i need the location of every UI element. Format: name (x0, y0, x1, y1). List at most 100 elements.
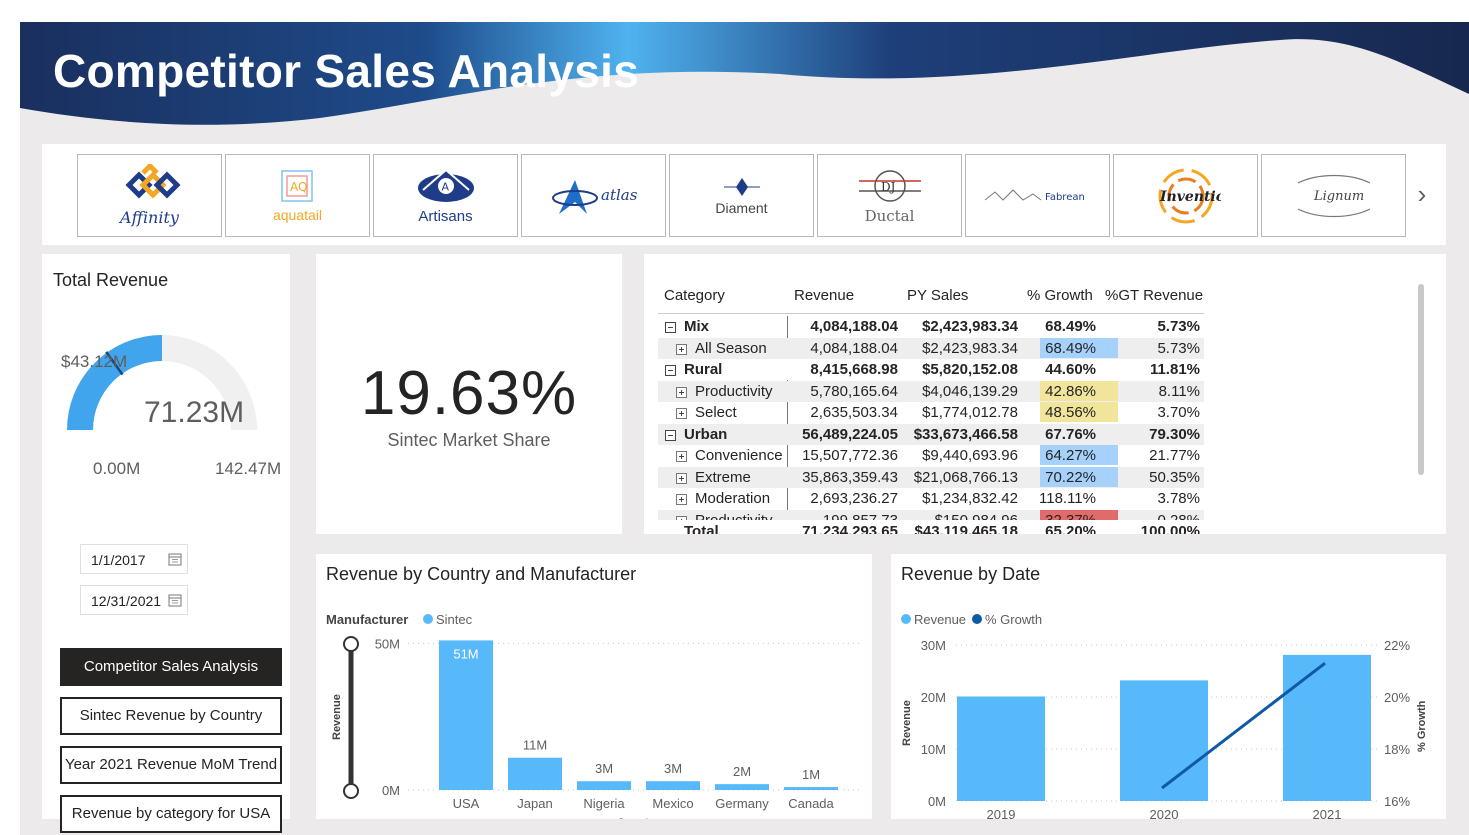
logo-ductal[interactable]: DJ Ductal (817, 154, 962, 237)
matrix-gt-revenue: 5.73% (1157, 339, 1200, 357)
start-date-input[interactable]: 1/1/2017 (80, 544, 188, 574)
legend-title: Manufacturer (326, 612, 408, 627)
y-tick-label: 0M (928, 794, 946, 809)
country-chart-title: Revenue by Country and Manufacturer (326, 564, 637, 584)
logo-affinity[interactable]: Affinity (77, 154, 222, 237)
x-tick-label: 2019 (987, 807, 1016, 819)
logo-inventio[interactable]: InventioInventio (1113, 154, 1258, 237)
fabrean-logo-icon: Fabrean (983, 184, 1093, 208)
matrix-gt-revenue: 21.77% (1149, 447, 1200, 464)
gauge-value: 71.23M (144, 396, 245, 429)
market-share-label: Sintec Market Share (387, 430, 551, 450)
bar-data-label: 1M (802, 767, 820, 782)
matrix-gt-revenue: 8.11% (1158, 382, 1200, 400)
end-date-input[interactable]: 12/31/2021 (80, 585, 188, 615)
matrix-header-divider (658, 313, 1204, 314)
x-tick-label: USA (453, 796, 480, 811)
matrix-header: Revenue (794, 287, 855, 304)
matrix-total-gt-revenue: 100.00% (1140, 523, 1200, 534)
y-axis-title: Revenue (331, 694, 343, 740)
gauge-target-label: $43.12M (61, 352, 128, 371)
y-tick-label: 0M (382, 783, 400, 798)
gauge-min-label: 0.00M (93, 459, 141, 478)
end-date-value: 12/31/2021 (91, 593, 162, 609)
logo-label: Diament (715, 199, 768, 216)
nav-revenue-by-category-usa-button[interactable]: Revenue by category for USA (60, 795, 282, 833)
nav-sintec-revenue-by-country-button[interactable]: Sintec Revenue by Country (60, 697, 282, 735)
revenue-gauge (67, 335, 257, 431)
legend-label-sintec: Sintec (436, 612, 473, 627)
bar-canada[interactable] (784, 787, 838, 790)
collapse-icon[interactable] (665, 322, 676, 333)
collapse-icon[interactable] (665, 365, 676, 376)
bar-japan[interactable] (508, 757, 562, 790)
expand-icon[interactable] (676, 494, 687, 505)
y2-tick-label: 18% (1384, 742, 1410, 757)
date-chart-title: Revenue by Date (901, 564, 1041, 584)
start-date-value: 1/1/2017 (91, 552, 146, 568)
expand-icon[interactable] (676, 472, 687, 484)
matrix-gt-revenue: 3.70% (1157, 404, 1200, 421)
next-arrow-icon[interactable]: › (1410, 179, 1434, 209)
expand-icon[interactable] (676, 386, 687, 398)
bar-data-label: 3M (595, 761, 613, 776)
x-tick-label: Mexico (652, 796, 693, 811)
bar-2020[interactable] (1120, 680, 1208, 801)
expand-icon[interactable] (676, 451, 687, 462)
zoom-slider-bottom-handle[interactable] (343, 783, 359, 799)
zoom-slider-top-handle[interactable] (343, 636, 359, 652)
bar-2019[interactable] (957, 696, 1045, 801)
bar-data-label: 11M (523, 738, 547, 753)
total-revenue-card: Total Revenue $43.12M 71.23M 0.00M 142.4… (42, 254, 290, 833)
svg-text:A: A (441, 181, 449, 194)
logo-label: Ductal (864, 206, 915, 225)
nav-competitor-sales-analysis-button[interactable]: Competitor Sales Analysis (60, 648, 282, 686)
logo-label: aquatail (272, 206, 323, 223)
bar-usa[interactable] (439, 640, 493, 790)
y2-axis-title: % Growth (1416, 700, 1428, 752)
svg-text:Fabrean: Fabrean (1045, 192, 1085, 203)
matrix-gt-revenue: 50.35% (1149, 468, 1200, 486)
bar-2021[interactable] (1283, 654, 1371, 801)
y2-tick-label: 16% (1384, 794, 1410, 809)
ductal-logo-icon: DJ (857, 167, 923, 205)
legend-marker-revenue (901, 614, 911, 624)
nav-year-2021-revenue-mom-trend-button[interactable]: Year 2021 Revenue MoM Trend (60, 746, 282, 784)
y2-tick-label: 20% (1384, 690, 1410, 705)
logo-lignum[interactable]: LignumLignum (1261, 154, 1406, 237)
svg-text:atlas: atlas (601, 186, 638, 204)
logo-aquatail[interactable]: AQ aquatail (225, 154, 370, 237)
revenue-by-date-chart: Revenue % Growth Revenue % Growth 30M 20M 10M 0… (891, 554, 1446, 819)
market-share-value: 19.63% (360, 359, 578, 428)
x-tick-label: Japan (517, 796, 552, 811)
bar-nigeria[interactable] (577, 781, 631, 790)
y-tick-label: 20M (921, 690, 946, 705)
bar-mexico[interactable] (646, 781, 700, 790)
revenue-by-country-chart: Manufacturer Sintec Revenue 50M 0M 51M USA 11M J… (316, 554, 872, 819)
logo-fabrean[interactable]: FabreanFabrean (965, 154, 1110, 237)
matrix-header: % Growth (1027, 287, 1093, 304)
matrix-gt-revenue: 11.81% (1149, 361, 1200, 378)
matrix-scrollbar[interactable] (1418, 284, 1424, 475)
logo-diament[interactable]: Diament (669, 154, 814, 237)
lignum-logo-icon: Lignum (1288, 171, 1380, 221)
collapse-icon[interactable] (665, 429, 676, 441)
logo-label: Affinity (120, 208, 179, 227)
expand-icon[interactable] (676, 343, 687, 355)
legend-label-growth: % Growth (985, 612, 1042, 627)
bar-data-label: 3M (664, 761, 682, 776)
svg-text:Inventio: Inventio (1159, 189, 1221, 205)
calendar-icon[interactable] (168, 552, 182, 566)
x-tick-label: 2020 (1150, 807, 1179, 819)
category-matrix: Category Revenue PY Sales % Growth %GT Reven… (644, 254, 1446, 534)
logo-atlas[interactable]: atlasatlas (521, 154, 666, 237)
logo-artisans[interactable]: A Artisans (373, 154, 518, 237)
calendar-icon[interactable] (168, 593, 182, 607)
y-axis-title: Revenue (901, 700, 913, 746)
matrix-gt-revenue: 79.30% (1149, 425, 1200, 443)
x-tick-label: 2021 (1313, 807, 1342, 819)
bar-germany[interactable] (715, 784, 769, 790)
legend-marker-growth (972, 614, 982, 624)
gauge-max-label: 142.47M (215, 459, 282, 478)
expand-icon[interactable] (676, 408, 687, 419)
